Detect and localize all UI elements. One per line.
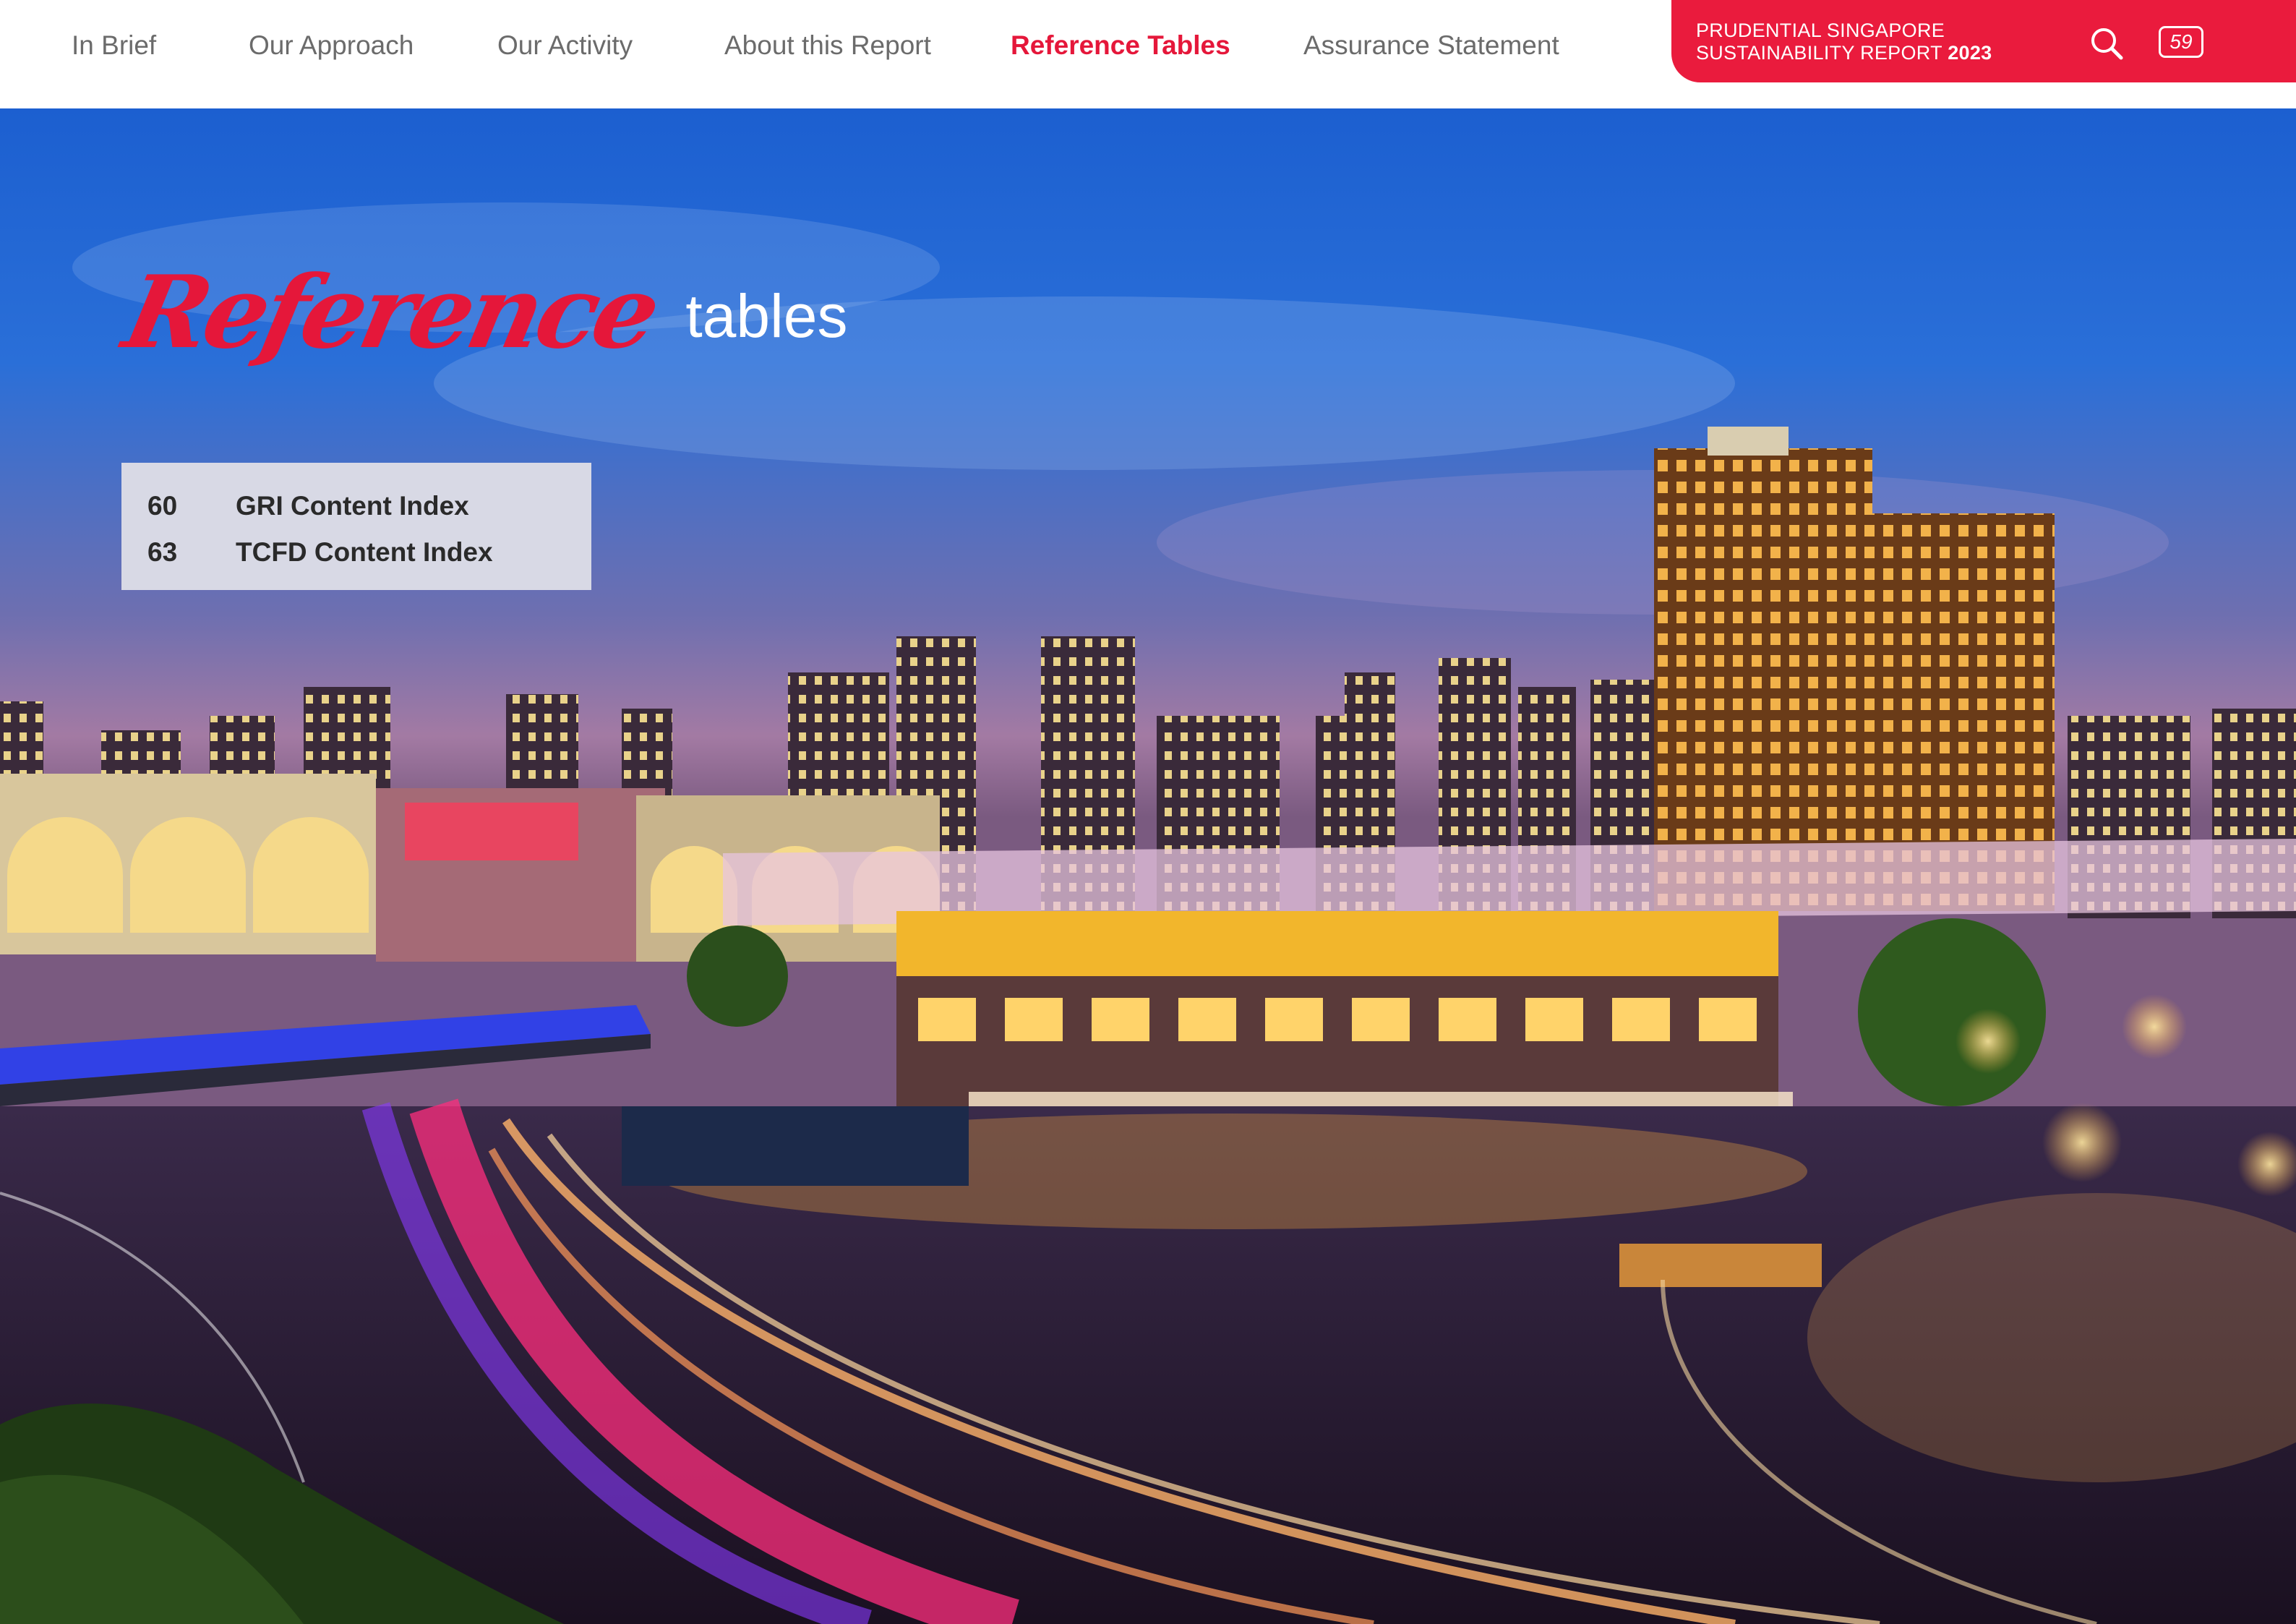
section-title: Reference tables <box>115 253 848 371</box>
nav-our-activity[interactable]: Our Activity <box>497 0 633 91</box>
report-title-line2: SUSTAINABILITY REPORT 2023 <box>1696 42 1992 64</box>
index-page-number: 60 <box>147 491 178 521</box>
index-page-number: 63 <box>147 537 178 567</box>
report-title-line2-text: SUSTAINABILITY REPORT <box>1696 42 1942 64</box>
index-link-0[interactable]: 60 GRI Content Index <box>121 483 591 529</box>
section-title-plain-word: tables <box>685 282 848 350</box>
report-title-line1: PRUDENTIAL SINGAPORE <box>1696 20 1945 41</box>
report-year: 2023 <box>1948 42 1992 64</box>
top-navigation-bar: In Brief Our Approach Our Activity About… <box>0 0 2296 108</box>
report-title: PRUDENTIAL SINGAPORE SUSTAINABILITY REPO… <box>1696 20 1992 64</box>
nav-our-approach[interactable]: Our Approach <box>249 0 414 91</box>
index-label: TCFD Content Index <box>236 537 493 567</box>
reference-index-list: 60 GRI Content Index 63 TCFD Content Index <box>121 483 591 576</box>
page-number: 59 <box>2159 26 2203 58</box>
index-label: GRI Content Index <box>236 491 469 521</box>
nav-about-this-report[interactable]: About this Report <box>724 0 931 91</box>
index-link-1[interactable]: 63 TCFD Content Index <box>121 529 591 576</box>
search-button[interactable] <box>2088 25 2125 62</box>
nav-reference-tables[interactable]: Reference Tables <box>1011 0 1230 91</box>
report-badge: PRUDENTIAL SINGAPORE SUSTAINABILITY REPO… <box>1671 0 2296 82</box>
reference-index-box: 60 GRI Content Index 63 TCFD Content Index <box>121 463 591 590</box>
nav-assurance-statement[interactable]: Assurance Statement <box>1303 0 1559 91</box>
nav-in-brief[interactable]: In Brief <box>72 0 156 91</box>
section-title-script-word: Reference <box>114 253 667 371</box>
search-icon <box>2091 28 2123 60</box>
